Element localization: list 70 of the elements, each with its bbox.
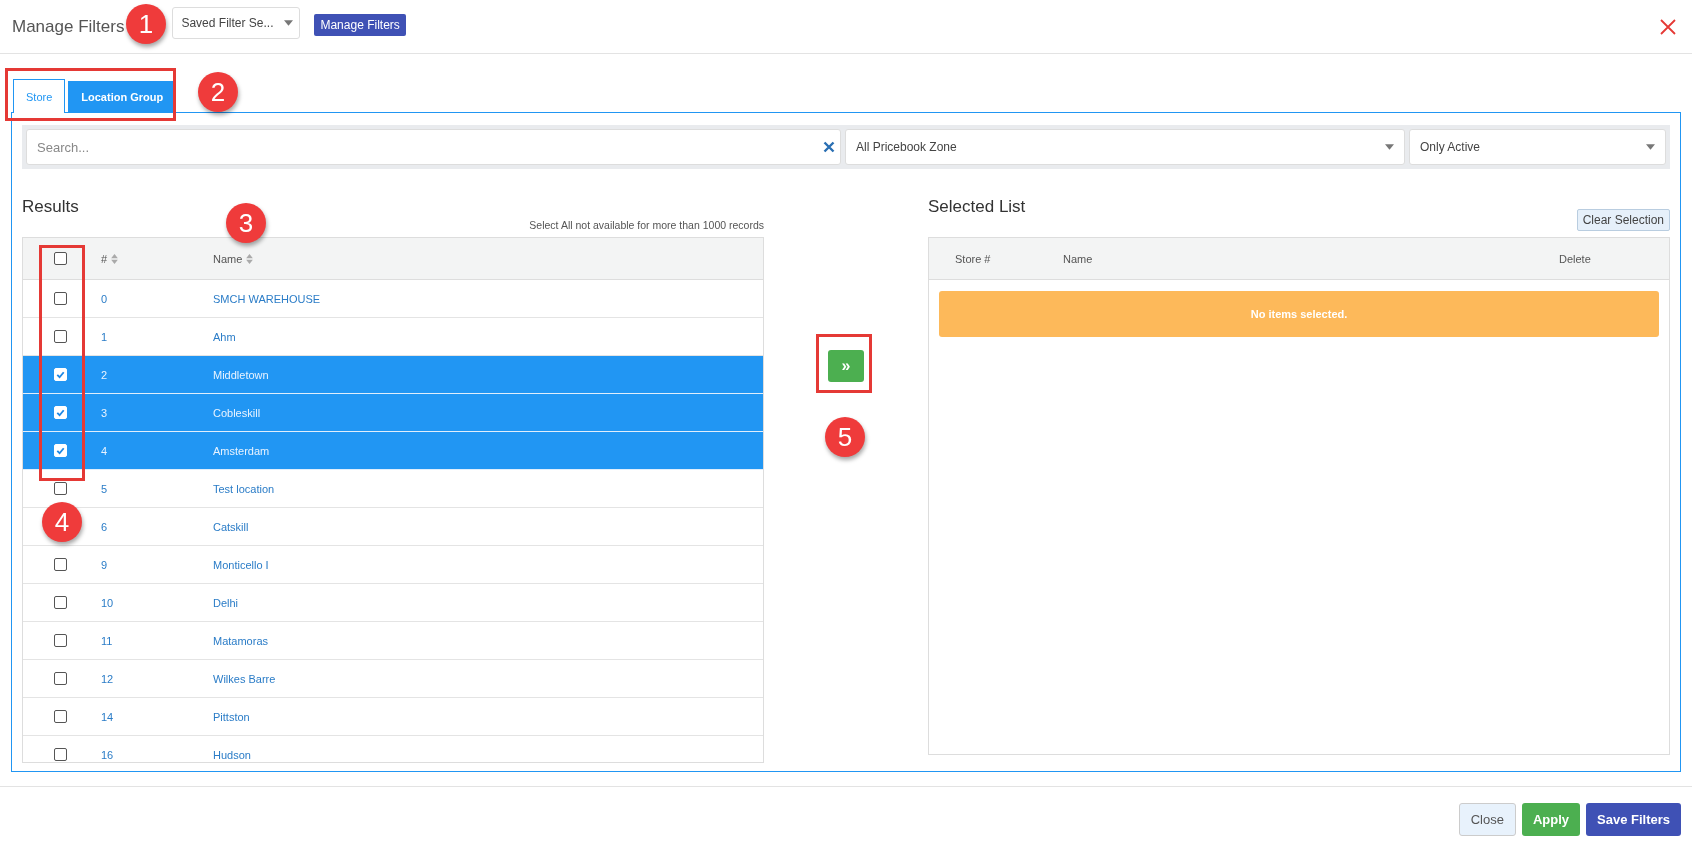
store-name[interactable]: Cobleskill [213, 406, 261, 419]
checkbox[interactable] [53, 634, 67, 647]
table-row[interactable]: 2 Middletown [23, 356, 763, 394]
checkbox[interactable] [53, 748, 67, 761]
search-field[interactable]: Search... [26, 129, 841, 165]
checkbox[interactable] [53, 596, 67, 609]
save-filters-button[interactable]: Save Filters [1586, 803, 1681, 836]
column-header: Store # [955, 252, 991, 265]
store-number[interactable]: 14 [101, 710, 114, 723]
store-number[interactable]: 1 [101, 330, 108, 343]
saved-filter-select[interactable]: Saved Filter Se... [172, 6, 301, 39]
store-name[interactable]: Amsterdam [213, 444, 270, 457]
callout-badge: 2 [198, 72, 238, 112]
store-number[interactable]: 16 [101, 748, 114, 761]
empty-message: No items selected. [939, 291, 1659, 337]
table-row[interactable]: 3 Cobleskill [23, 394, 763, 432]
column-header: Delete [1559, 252, 1591, 265]
callout-badge: 5 [825, 417, 865, 457]
store-number[interactable]: 2 [101, 368, 108, 381]
store-number[interactable]: 6 [101, 520, 108, 533]
highlight-frame [816, 334, 872, 393]
dialog-title: Manage Filters [12, 16, 125, 37]
column-header[interactable]: # [101, 252, 108, 265]
info-note: Select All not available for more than 1000 records [529, 219, 764, 231]
selected-list-heading: Selected List [928, 197, 1026, 218]
checkbox[interactable] [53, 558, 67, 571]
store-name[interactable]: Matamoras [213, 634, 269, 647]
store-name[interactable]: Catskill [213, 520, 249, 533]
store-number[interactable]: 0 [101, 292, 108, 305]
store-number[interactable]: 5 [101, 482, 108, 495]
apply-button[interactable]: Apply [1521, 803, 1580, 836]
callout-badge: 3 [226, 203, 266, 243]
store-name[interactable]: SMCH WAREHOUSE [213, 292, 321, 305]
caret-icon [1646, 144, 1655, 150]
store-name[interactable]: Delhi [213, 596, 239, 609]
store-number[interactable]: 10 [101, 596, 114, 609]
store-number[interactable]: 4 [101, 444, 108, 457]
clear-icon[interactable] [823, 141, 835, 153]
checkbox[interactable] [53, 710, 67, 723]
table-row[interactable]: 4 Amsterdam [23, 432, 763, 470]
checkbox[interactable] [53, 330, 67, 343]
checkbox[interactable] [53, 482, 67, 495]
store-number[interactable]: 11 [101, 634, 113, 647]
clear-selection-button[interactable]: Clear Selection [1576, 209, 1670, 231]
tab[interactable]: Store [13, 79, 66, 113]
checkbox[interactable] [53, 292, 67, 305]
column-header[interactable]: Name [213, 252, 243, 265]
manage-filters-button[interactable]: Manage Filters [314, 14, 406, 36]
caret-icon [284, 19, 294, 26]
checkbox[interactable] [53, 672, 67, 685]
caret-icon [1385, 144, 1394, 150]
status-select[interactable]: Only Active [1409, 129, 1666, 165]
move-selected-button[interactable]: » [828, 350, 864, 382]
store-number[interactable]: 12 [101, 672, 114, 685]
store-number[interactable]: 3 [101, 406, 108, 419]
store-name[interactable]: Hudson [213, 748, 251, 761]
store-name[interactable]: Ahm [213, 330, 236, 343]
store-name[interactable]: Middletown [213, 368, 269, 381]
close-button[interactable]: Close [1458, 803, 1516, 836]
store-name[interactable]: Monticello I [213, 558, 269, 571]
checkbox[interactable] [53, 252, 67, 265]
pricebook-zone-select[interactable]: All Pricebook Zone [845, 129, 1405, 165]
store-name[interactable]: Wilkes Barre [213, 672, 276, 685]
callout-badge: 1 [126, 4, 166, 44]
results-heading: Results [22, 197, 79, 218]
column-header: Name [1063, 252, 1093, 265]
store-name[interactable]: Pittston [213, 710, 250, 723]
store-name[interactable]: Test location [213, 482, 275, 495]
store-number[interactable]: 9 [101, 558, 108, 571]
close-icon[interactable] [1660, 18, 1676, 35]
